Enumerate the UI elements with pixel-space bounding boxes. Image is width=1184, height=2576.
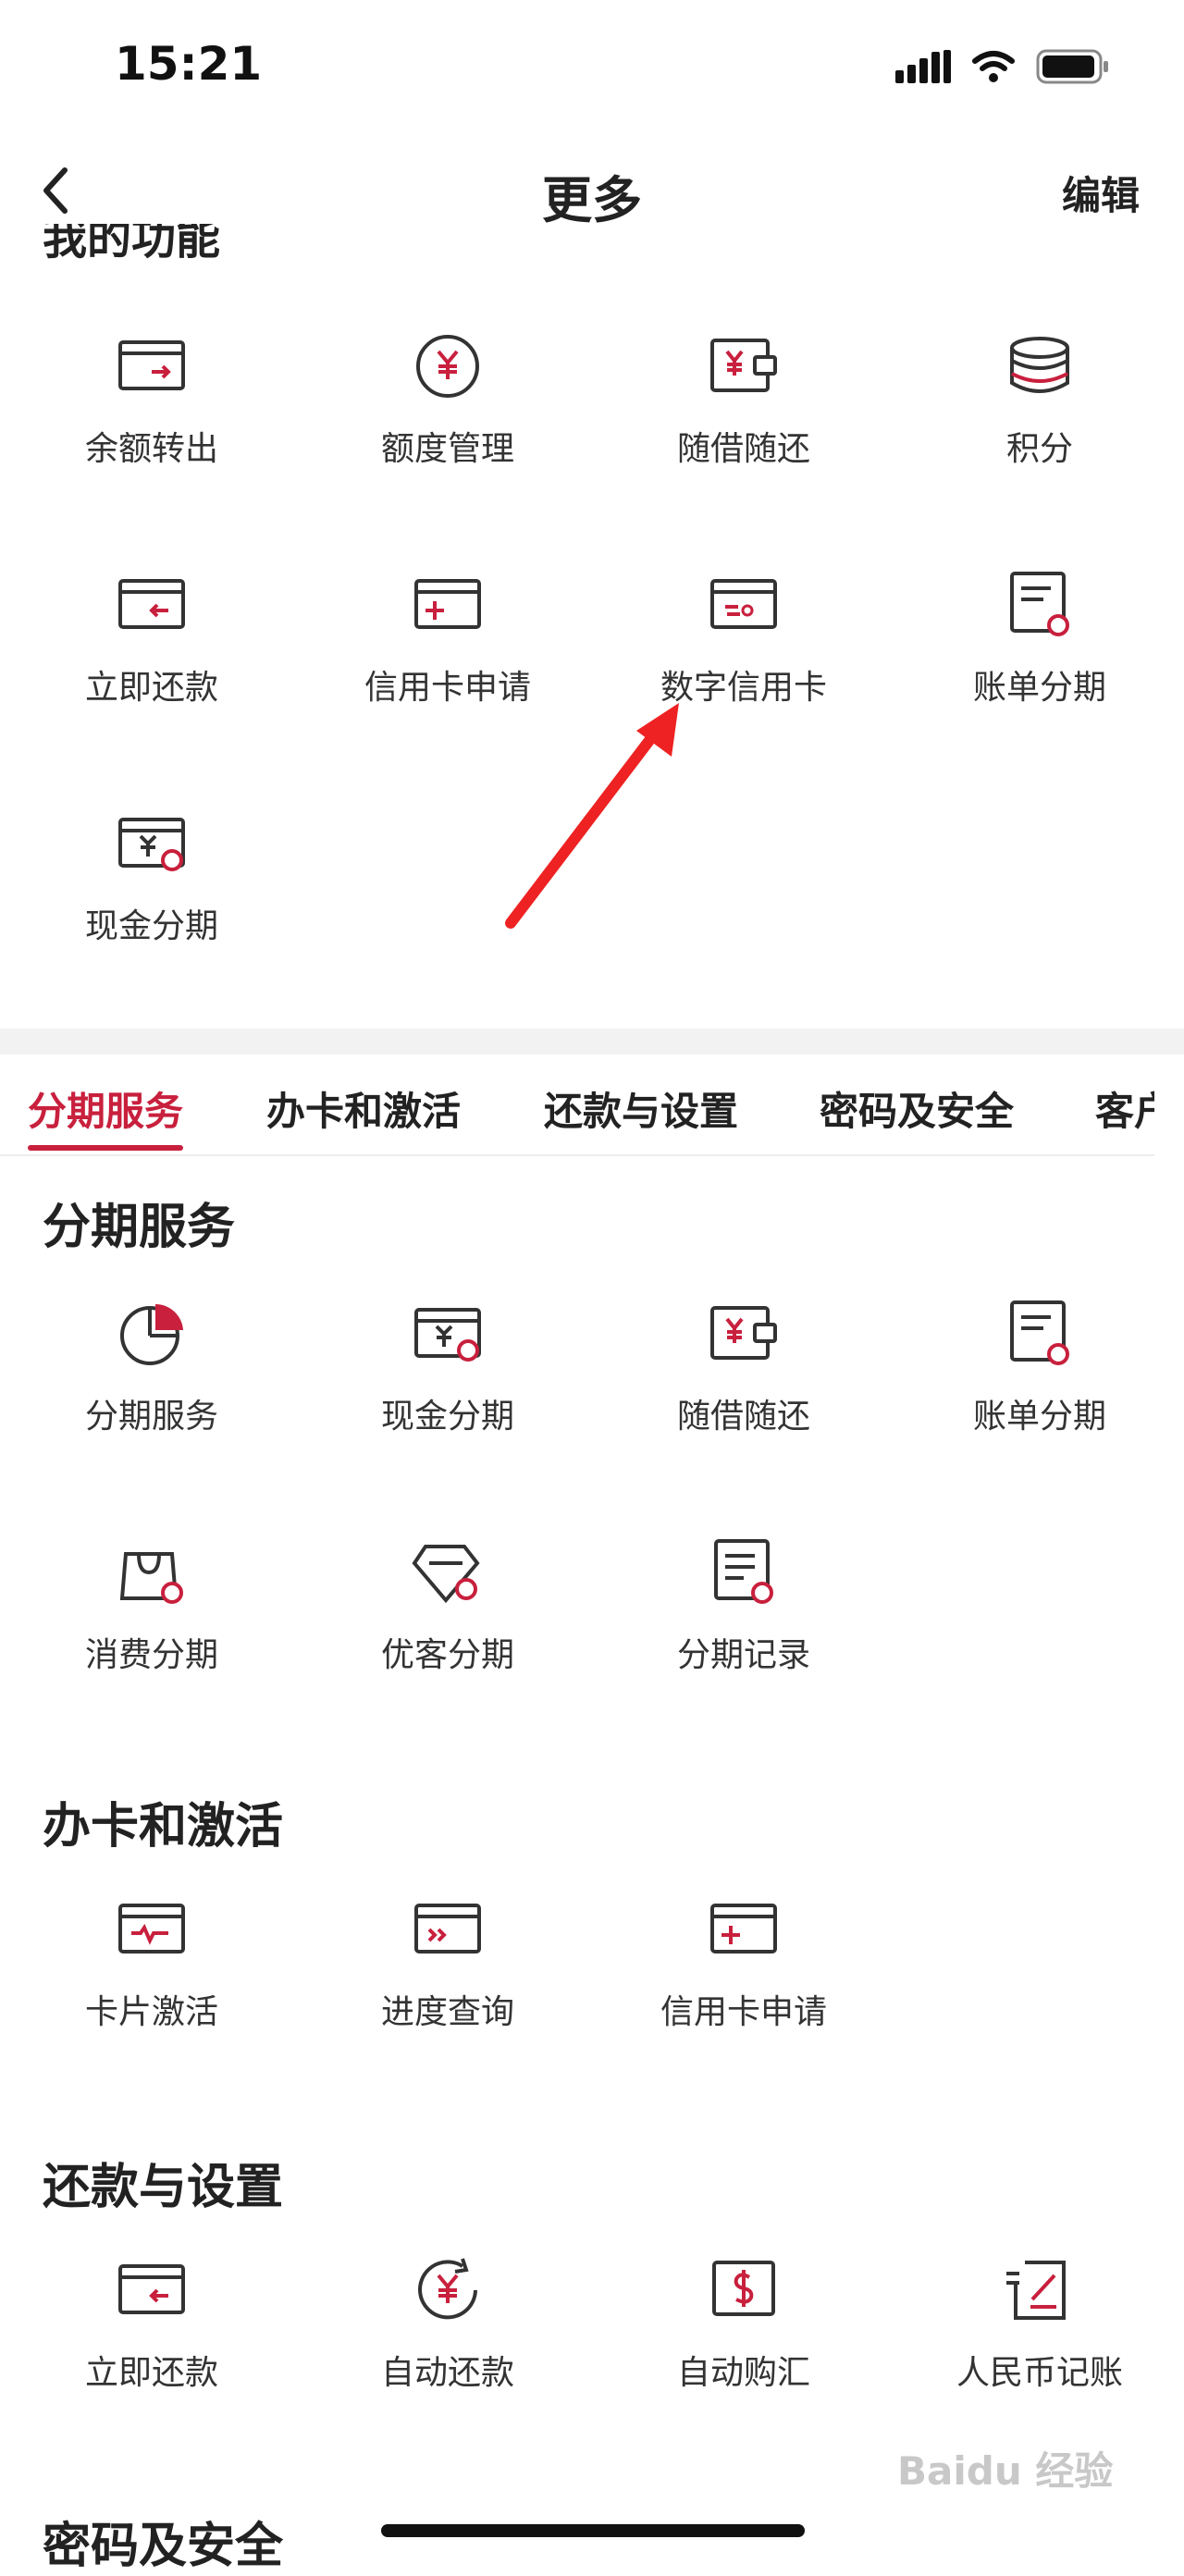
installment-item[interactable]: 消费分期: [4, 1535, 300, 1676]
mine-function-item-label: 立即还款: [84, 669, 218, 707]
section-title-card-activation: 办卡和激活: [43, 1799, 284, 1855]
mine-function-item[interactable]: 信用卡申请: [300, 568, 596, 709]
installment-item[interactable]: 现金分期: [300, 1297, 596, 1437]
installment-item-label: 分期服务: [84, 1398, 218, 1436]
home-indicator[interactable]: [381, 2524, 805, 2537]
signal-icon: [895, 50, 951, 83]
auto-exchange-icon: [712, 2261, 775, 2316]
bill-installment-icon: [1010, 572, 1069, 636]
tab-customer[interactable]: 客户: [1095, 1080, 1154, 1137]
diamond-installment-icon: [412, 1545, 480, 1604]
card-transfer-out-icon: [118, 340, 185, 390]
card-activation-item-label: 进度查询: [380, 1993, 514, 2031]
card-repay-icon: [118, 2264, 185, 2314]
mine-function-item[interactable]: 立即还款: [4, 568, 300, 709]
repay-settings-item-label: 立即还款: [84, 2354, 218, 2392]
mine-function-item[interactable]: 额度管理: [300, 329, 596, 470]
mine-function-item[interactable]: 账单分期: [892, 568, 1184, 709]
installment-item-label: 账单分期: [972, 1398, 1106, 1436]
coin-stack-icon: [1010, 337, 1069, 393]
card-activation-item[interactable]: 信用卡申请: [596, 1892, 892, 2033]
repay-settings-item-label: 人民币记账: [956, 2354, 1123, 2392]
card-progress-icon: [414, 1904, 481, 1954]
mine-section-title: 我的功能: [43, 224, 221, 265]
cash-installment-icon: [414, 1308, 481, 1362]
installment-item-label: 分期记录: [676, 1636, 810, 1674]
installment-item-label: 优客分期: [380, 1636, 514, 1674]
page-title: 更多: [542, 171, 642, 229]
installment-item-label: 随借随还: [676, 1398, 810, 1436]
mine-function-item-label: 积分: [1005, 430, 1073, 468]
repay-settings-item-label: 自动还款: [380, 2354, 514, 2392]
card-activation-item[interactable]: 卡片激活: [4, 1892, 300, 2033]
digital-card-icon: [710, 579, 777, 629]
installment-item[interactable]: 随借随还: [596, 1297, 892, 1437]
section-title-repay-settings: 还款与设置: [43, 2160, 284, 2215]
installment-item-label: 现金分期: [380, 1398, 514, 1436]
repay-settings-item[interactable]: 自动购汇: [596, 2253, 892, 2394]
status-indicators: [895, 41, 1110, 92]
battery-icon: [1036, 49, 1108, 84]
rmb-ledger-icon: [1006, 2261, 1066, 2320]
repay-settings-item-label: 自动购汇: [676, 2354, 810, 2392]
mine-function-item-label: 账单分期: [972, 669, 1106, 707]
status-time: 15:21: [115, 37, 263, 91]
tab-repay-settings[interactable]: 还款与设置: [544, 1080, 738, 1137]
installment-item[interactable]: 账单分期: [892, 1297, 1184, 1437]
shopping-bag-installment-icon: [119, 1552, 183, 1604]
installment-item-label: 消费分期: [84, 1636, 218, 1674]
auto-repay-icon: [418, 2258, 477, 2320]
installment-item[interactable]: 分期服务: [4, 1297, 300, 1437]
record-installment-icon: [714, 1539, 773, 1604]
card-activate-icon: [118, 1904, 185, 1954]
mine-function-item-label: 额度管理: [380, 430, 514, 468]
mine-function-item-label: 随借随还: [676, 430, 810, 468]
card-activation-item-label: 卡片激活: [84, 1993, 218, 2031]
card-activation-item-label: 信用卡申请: [660, 1993, 827, 2031]
card-apply-icon: [710, 1904, 777, 1954]
repay-settings-item[interactable]: 立即还款: [4, 2253, 300, 2394]
pie-chart-icon: [120, 1303, 183, 1365]
mine-function-item[interactable]: 数字信用卡: [596, 568, 892, 709]
mine-function-item[interactable]: 积分: [892, 329, 1184, 470]
section-divider: [0, 1029, 1184, 1054]
category-tabs: 分期服务 办卡和激活 还款与设置 密码及安全 客户: [0, 1054, 1154, 1156]
tab-installment[interactable]: 分期服务: [28, 1080, 183, 1137]
installment-item[interactable]: 优客分期: [300, 1535, 596, 1676]
mine-function-item-label: 余额转出: [84, 430, 218, 468]
wallet-yuan-icon: [710, 1306, 777, 1360]
mine-function-item[interactable]: 现金分期: [4, 807, 300, 947]
installment-item[interactable]: 分期记录: [596, 1535, 892, 1676]
active-tab-indicator: [28, 1145, 183, 1151]
card-activation-item[interactable]: 进度查询: [300, 1892, 596, 2033]
section-title-installment: 分期服务: [43, 1200, 236, 1255]
repay-settings-item[interactable]: 人民币记账: [892, 2253, 1184, 2394]
bill-installment-icon: [1010, 1300, 1069, 1365]
annotation-arrow: [505, 703, 679, 929]
tab-password-security[interactable]: 密码及安全: [820, 1080, 1014, 1137]
section-title-password-security: 密码及安全: [43, 2519, 284, 2574]
repay-settings-item[interactable]: 自动还款: [300, 2253, 596, 2394]
cash-installment-icon: [118, 818, 185, 871]
yuan-limit-icon: [416, 335, 479, 398]
mine-function-item[interactable]: 随借随还: [596, 329, 892, 470]
mine-function-item[interactable]: 余额转出: [4, 329, 300, 470]
wifi-icon: [972, 51, 1015, 82]
watermark-logo: Baidu 经验: [897, 2448, 1114, 2494]
mine-function-item-label: 现金分期: [84, 907, 218, 945]
tab-card-activation[interactable]: 办卡和激活: [266, 1080, 461, 1137]
edit-button[interactable]: 编辑: [1062, 165, 1140, 221]
card-apply-icon: [414, 579, 481, 629]
card-repay-icon: [118, 579, 185, 629]
wallet-yuan-icon: [710, 339, 777, 392]
